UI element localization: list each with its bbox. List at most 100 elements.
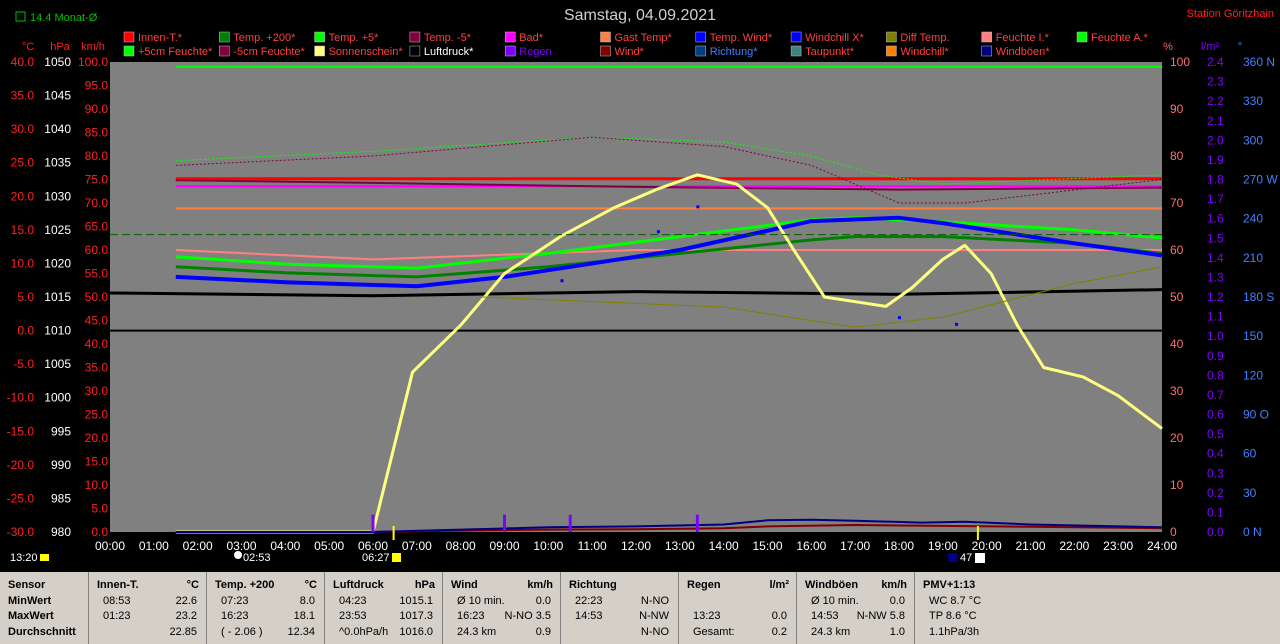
stats-cell-right: 18.1 (293, 610, 315, 622)
wind-tick: 10.0 (85, 478, 109, 492)
stats-cell-right: N-NO 3.5 (504, 610, 551, 622)
month-avg-icon (15, 11, 26, 22)
stats-cell-right: 1.0 (889, 626, 905, 638)
chart-area: Samstag, 04.09.2021 Station Göritzhain 14.… (0, 0, 1280, 572)
temp-tick: 15.0 (11, 223, 35, 237)
direction-tick: 0 N (1243, 525, 1262, 539)
wind-tick: 35.0 (85, 361, 109, 375)
humidity-tick: 10 (1170, 478, 1184, 492)
stats-column: Regen l/m² 13:23 0.0 Gesamt: 0.2 (678, 572, 797, 644)
wind-tick: 45.0 (85, 314, 109, 328)
temp-tick: -30.0 (7, 525, 35, 539)
x-tick-label: 05:00 (314, 539, 344, 553)
legend-label: Bad* (519, 32, 544, 44)
temp-tick: 10.0 (11, 256, 35, 270)
x-tick-label: 09:00 (489, 539, 519, 553)
legend-label: Innen-T.* (138, 32, 183, 44)
legend-swatch (886, 45, 897, 57)
legend-label: Feuchte I.* (996, 32, 1050, 44)
stats-cell-left: 16:23 (221, 610, 249, 622)
legend-label: Windböen* (996, 46, 1051, 58)
axis-title-temp: °C (22, 41, 34, 53)
stats-unit: km/h (881, 579, 907, 591)
legend-label: Windchill X* (805, 32, 864, 44)
legend-label: Windchill* (900, 46, 949, 58)
direction-tick: 300 (1243, 133, 1263, 147)
direction-dot (696, 205, 700, 209)
legend-label: Temp. -5* (424, 32, 472, 44)
stats-unit: l/m² (769, 579, 789, 591)
direction-tick: 210 (1243, 251, 1263, 265)
humidity-tick: 20 (1170, 431, 1184, 445)
pressure-tick: 1020 (44, 256, 71, 270)
direction-tick: 180 S (1243, 290, 1274, 304)
rain-tick: 1.7 (1207, 192, 1224, 206)
legend-swatch (504, 31, 516, 43)
legend-swatch (314, 45, 325, 57)
stats-cell-left: ( - 2.06 ) (221, 626, 263, 638)
legend-swatch (123, 45, 135, 57)
rain-tick: 0.3 (1207, 466, 1224, 480)
legend-swatch (600, 31, 611, 43)
x-tick-label: 12:00 (621, 539, 651, 553)
stats-cell-left: Ø 10 min. (457, 595, 505, 607)
temp-tick: -25.0 (7, 491, 35, 505)
stats-cell-left: 1.1hPa/3h (929, 626, 980, 638)
rain-tick: 0.8 (1207, 368, 1224, 382)
rain-tick: 2.4 (1207, 55, 1224, 69)
stats-cell-right: 1015.1 (399, 595, 433, 607)
marker-left-time: 13:20 (10, 552, 38, 564)
legend-label: Temp. Wind* (710, 32, 773, 44)
direction-tick: 30 (1243, 486, 1257, 500)
temp-tick: -20.0 (7, 458, 35, 472)
stats-row-label: Durchschnitt (8, 626, 76, 638)
humidity-tick: 40 (1170, 337, 1184, 351)
direction-tick: 360 N (1243, 55, 1275, 69)
stats-cell-left: ^0.0hPa/h (339, 626, 389, 638)
stats-cell-left: 22:23 (575, 595, 603, 607)
legend-swatch (219, 31, 230, 43)
wind-tick: 5.0 (91, 502, 108, 516)
direction-tick: 270 W (1243, 173, 1278, 187)
legend-label: Taupunkt* (805, 46, 855, 58)
x-tick-label: 11:00 (578, 539, 607, 553)
legend-label: -5cm Feuchte* (233, 46, 305, 58)
x-tick-label: 08:00 (446, 539, 476, 553)
stats-column: Innen-T. °C 08:53 22.6 01:23 23.2 22.85 (88, 572, 207, 644)
stats-cell-left: 14:53 (575, 610, 603, 622)
axis-title-wind: km/h (81, 41, 105, 53)
x-tick-label: 07:00 (402, 539, 432, 553)
temp-tick: 0.0 (17, 324, 34, 338)
wind-tick: 20.0 (85, 431, 109, 445)
rain-tick: 2.2 (1207, 94, 1224, 108)
legend-swatch (123, 31, 135, 43)
stats-column: Luftdruck hPa 04:23 1015.1 23:53 1017.3 ^0.0hP… (324, 572, 443, 644)
rain-tick: 1.2 (1207, 290, 1224, 304)
stats-column: Temp. +200 °C 07:23 8.0 16:23 18.1 ( - 2.06 ) 1… (206, 572, 325, 644)
x-tick-label: 00:00 (95, 539, 125, 553)
x-tick-label: 14:00 (709, 539, 739, 553)
axis-title-rain: l/m² (1201, 41, 1220, 53)
wind-tick: 50.0 (85, 290, 109, 304)
humidity-tick: 50 (1170, 290, 1184, 304)
x-tick-label: 06:00 (358, 539, 388, 553)
axis-title-pressure: hPa (50, 41, 70, 53)
stats-unit: km/h (527, 579, 553, 591)
humidity-tick: 80 (1170, 149, 1184, 163)
x-tick-label: 18:00 (884, 539, 914, 553)
legend-swatch (981, 31, 992, 43)
humidity-tick: 100 (1170, 55, 1190, 69)
rain-tick: 0.2 (1207, 486, 1224, 500)
rain-tick: 1.4 (1207, 251, 1224, 265)
weather-chart: Samstag, 04.09.2021 Station Göritzhain 14.… (7, 7, 1279, 564)
x-tick-label: 19:00 (928, 539, 958, 553)
stats-cell-left: 01:23 (103, 610, 131, 622)
stats-header: Windböen (805, 579, 859, 591)
direction-tick: 150 (1243, 329, 1263, 343)
stats-header: Temp. +200 (215, 579, 275, 591)
temp-tick: 20.0 (11, 189, 35, 203)
stats-cell-right: 8.0 (299, 595, 315, 607)
stats-header: PMV+1:13 (923, 579, 976, 591)
axis-title-humidity: % (1163, 41, 1173, 53)
rain-tick: 0.4 (1207, 447, 1224, 461)
